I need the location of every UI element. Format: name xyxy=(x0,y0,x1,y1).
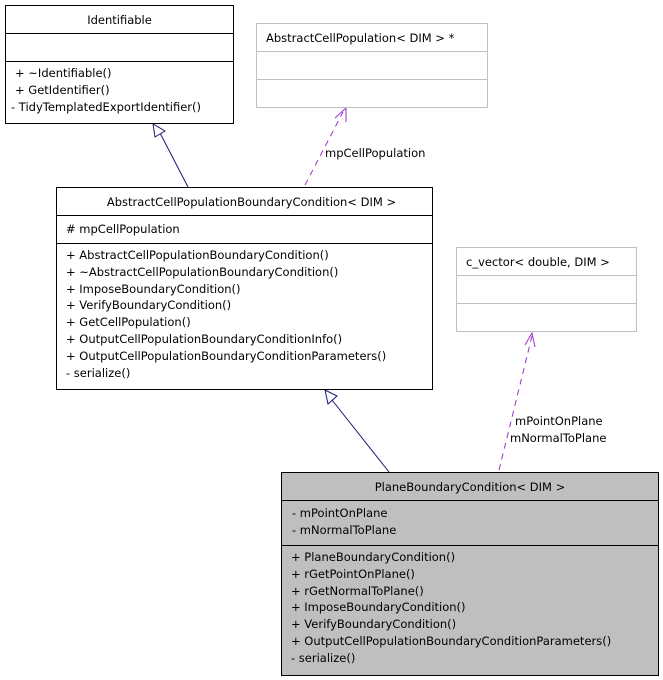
attributes-section xyxy=(457,275,636,303)
method-item: + rGetPointOnPlane() xyxy=(291,566,415,581)
method-item: + OutputCellPopulationBoundaryConditionP… xyxy=(291,633,612,648)
class-identifiable[interactable]: Identifiable + ~Identifiable() + GetIden… xyxy=(5,5,234,124)
class-name: PlaneBoundaryCondition< DIM > xyxy=(374,480,566,494)
methods-section: + AbstractCellPopulationBoundaryConditio… xyxy=(57,243,432,381)
method-item: + VerifyBoundaryCondition() xyxy=(66,298,232,313)
class-name: Identifiable xyxy=(87,13,152,27)
attribute-item: - mPointOnPlane xyxy=(292,506,388,520)
attributes-section: - mPointOnPlane - mNormalToPlane xyxy=(282,500,658,545)
attribute-item: # mpCellPopulation xyxy=(66,222,180,236)
edge-label-mpcellpopulation: mpCellPopulation xyxy=(325,146,426,160)
usage-arrowhead-icon xyxy=(524,331,536,348)
class-name: AbstractCellPopulationBoundaryCondition<… xyxy=(106,195,397,209)
methods-section: + PlaneBoundaryCondition() + rGetPointOn… xyxy=(282,545,658,667)
inheritance-arrowhead-icon xyxy=(324,389,338,405)
class-abstract-cell-population[interactable]: AbstractCellPopulation< DIM > * xyxy=(256,23,488,108)
method-item: + PlaneBoundaryCondition() xyxy=(291,550,456,564)
methods-section xyxy=(257,79,487,107)
usage-arrowhead-icon xyxy=(334,106,347,122)
method-item: - serialize() xyxy=(66,365,131,380)
attributes-section xyxy=(257,51,487,79)
inheritance-arrowhead-icon xyxy=(152,123,166,138)
class-name: c_vector< double, DIM > xyxy=(466,255,610,269)
method-item: + GetCellPopulation() xyxy=(66,315,191,330)
inheritance-edge-identifiable xyxy=(152,123,189,188)
attributes-section: # mpCellPopulation xyxy=(57,215,432,243)
method-item: + ~AbstractCellPopulationBoundaryConditi… xyxy=(66,264,339,279)
method-item: + VerifyBoundaryCondition() xyxy=(291,617,457,632)
edge-label-mpointonplane: mPointOnPlane xyxy=(515,414,603,428)
method-item: + OutputCellPopulationBoundaryConditionI… xyxy=(66,331,343,346)
method-item: + ImposeBoundaryCondition() xyxy=(291,600,466,615)
method-item: + ~Identifiable() xyxy=(15,66,112,80)
method-item: + AbstractCellPopulationBoundaryConditio… xyxy=(66,248,329,262)
attributes-section xyxy=(6,33,233,61)
method-item: + OutputCellPopulationBoundaryConditionP… xyxy=(66,348,387,363)
edge-label-mnormaltoplane: mNormalToPlane xyxy=(510,431,607,445)
method-item: - TidyTemplatedExportIdentifier() xyxy=(11,99,201,114)
inheritance-edge-abstract-bc xyxy=(324,389,390,473)
class-c-vector[interactable]: c_vector< double, DIM > xyxy=(456,247,637,332)
class-abstract-cell-population-boundary-condition[interactable]: AbstractCellPopulationBoundaryCondition<… xyxy=(56,187,433,390)
class-name: AbstractCellPopulation< DIM > * xyxy=(266,31,455,45)
methods-section: + ~Identifiable() + GetIdentifier() - Ti… xyxy=(6,61,233,115)
usage-edge-c-vector xyxy=(498,331,536,471)
method-item: + GetIdentifier() xyxy=(15,82,110,97)
method-item: - serialize() xyxy=(291,650,356,665)
class-plane-boundary-condition[interactable]: PlaneBoundaryCondition< DIM > - mPointOn… xyxy=(281,472,659,676)
method-item: + rGetNormalToPlane() xyxy=(291,583,424,598)
methods-section xyxy=(457,303,636,331)
method-item: + ImposeBoundaryCondition() xyxy=(66,281,241,296)
attribute-item: - mNormalToPlane xyxy=(292,522,397,537)
